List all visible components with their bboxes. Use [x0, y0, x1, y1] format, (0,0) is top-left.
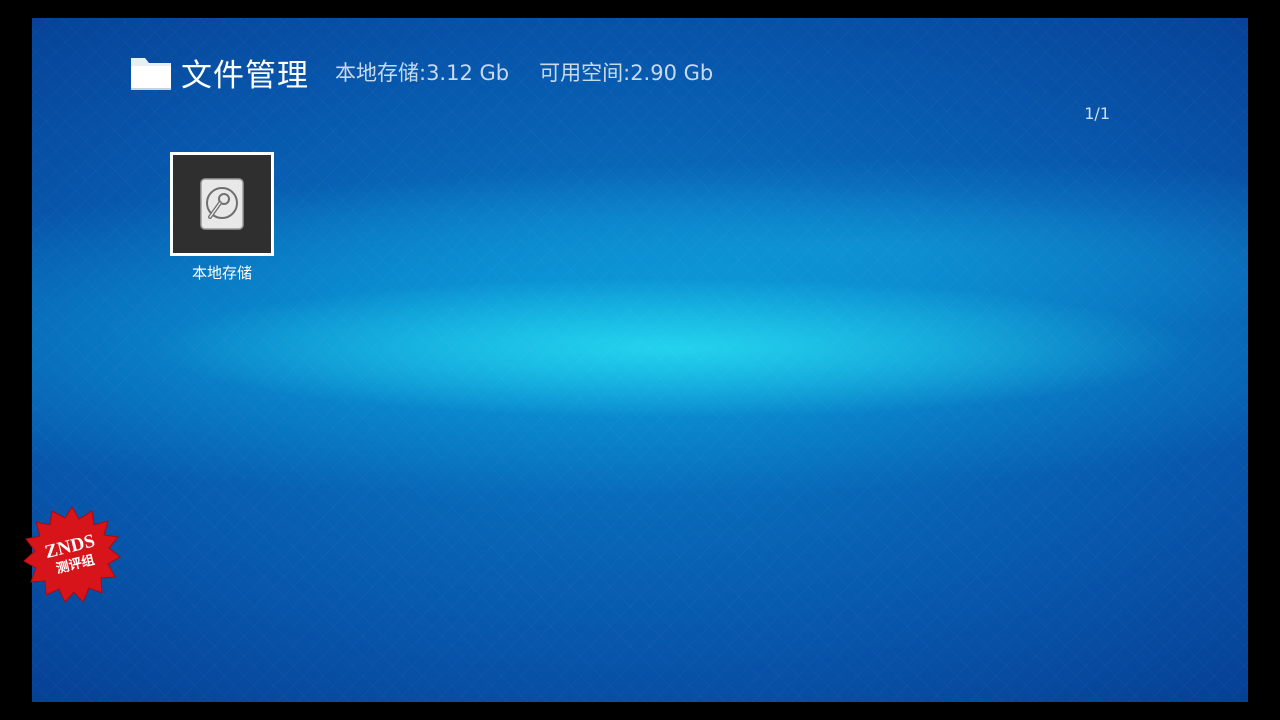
znds-watermark-badge: ZNDS 测评组 — [23, 506, 121, 603]
page-indicator: 1/1 — [1084, 104, 1110, 123]
local-storage-size: 本地存储:3.12 Gb — [335, 61, 510, 85]
hard-drive-icon — [200, 178, 244, 230]
page-title: 文件管理 — [181, 57, 309, 94]
header-bar: 文件管理 本地存储:3.12 Gb 可用空间:2.90 Gb — [129, 50, 743, 94]
storage-item-local[interactable]: 本地存储 — [170, 152, 274, 283]
free-space-size: 可用空间:2.90 Gb — [539, 61, 714, 85]
storage-item-label: 本地存储 — [191, 264, 252, 282]
storage-tile[interactable] — [170, 152, 274, 256]
folder-icon — [129, 52, 173, 92]
file-manager-screen: 文件管理 本地存储:3.12 Gb 可用空间:2.90 Gb 1/1 本地存储 — [32, 18, 1248, 702]
